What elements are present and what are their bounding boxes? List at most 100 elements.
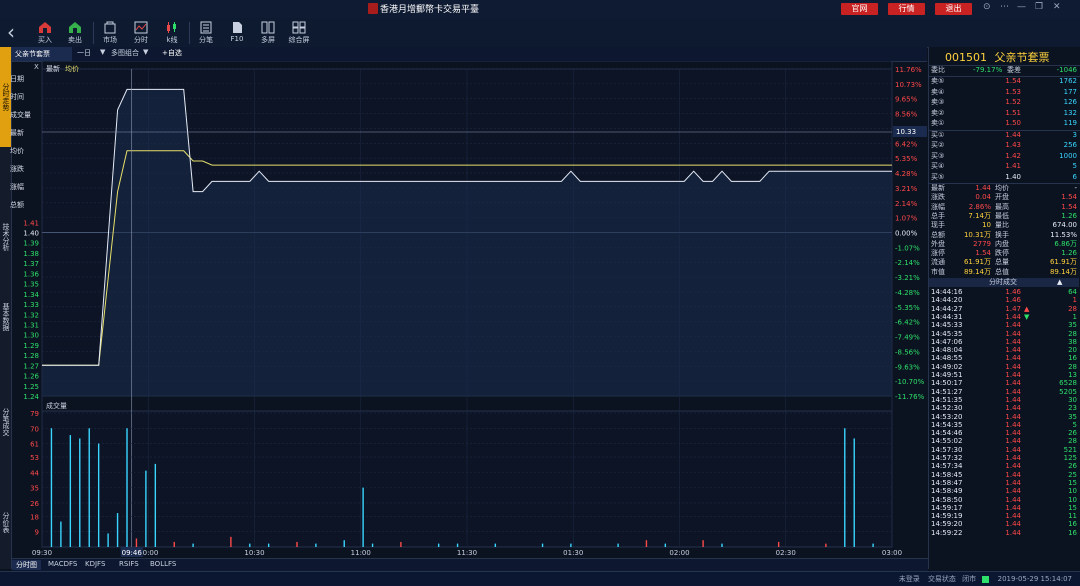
chevron-down-icon[interactable]: ▼ — [100, 48, 105, 56]
tab-timeshare[interactable]: 分时图 — [12, 560, 41, 570]
toolbar-f10-button[interactable]: F10 — [222, 18, 252, 47]
y-left-tick-label: 1.33 — [23, 301, 39, 309]
y-right-tick-label: -11.76% — [895, 393, 925, 401]
overlay-item-volume[interactable]: 成交量 — [10, 110, 31, 120]
ask-volume: 177 — [1063, 87, 1077, 96]
tab-kdjfs[interactable]: KDJFS — [81, 560, 109, 568]
toolbar-composite-button[interactable]: 综合屏 — [284, 18, 314, 47]
y-right-tick-label: 6.42% — [895, 140, 918, 148]
x-tick-label: 11:00 — [351, 549, 371, 557]
tick-time: 14:59:22 — [931, 528, 963, 537]
ask-price: 1.52 — [1005, 98, 1021, 106]
ask-row: 卖① 1.50 119 — [929, 119, 1079, 128]
tick-price: 1.44 — [1005, 528, 1021, 537]
stat-row: 最新 1.44 均价 - — [929, 184, 1079, 193]
volume-tick-label: 79 — [30, 410, 39, 418]
stat-value: 61.91万 — [963, 258, 991, 267]
overlay-item-latest[interactable]: 最新 — [10, 128, 24, 138]
timeshare-chart[interactable]: X最新均价成交量11.76%10.73%9.65%8.56%7.49%6.42%… — [12, 61, 927, 558]
rail-tab-price-table[interactable]: 分价表 — [0, 502, 11, 542]
stat-value: 2779 — [973, 239, 991, 248]
overlay-item-change[interactable]: 涨跌 — [10, 164, 24, 174]
diff-value: -1046 — [1056, 66, 1077, 74]
stat-row: 总额 10.31万 换手 11.53% — [929, 231, 1079, 240]
mode-select[interactable]: 多图组合 — [111, 48, 139, 58]
bid-volume: 256 — [1063, 141, 1077, 149]
market-button[interactable]: 行情 — [888, 3, 925, 15]
ask-price: 1.51 — [1005, 108, 1021, 117]
toolbar-ticks-button[interactable]: 分笔 — [191, 18, 221, 47]
overlay-item-avg[interactable]: 均价 — [10, 146, 24, 156]
stat-row: 总手 7.14万 最低 1.26 — [929, 212, 1079, 221]
toolbar-kline-button[interactable]: k线 — [157, 18, 187, 47]
toolbar-market-button[interactable]: 市场 — [95, 18, 125, 47]
more-icon[interactable]: ⋯ — [1000, 2, 1009, 12]
exit-button[interactable]: 退出 — [935, 3, 972, 15]
bid-label: 买② — [931, 141, 945, 149]
stat-value: 674.00 — [1052, 221, 1078, 230]
bid-row: 买④ 1.41 5 — [929, 162, 1079, 171]
back-button[interactable]: ‹ — [2, 20, 20, 46]
login-status: 未登录 — [898, 575, 920, 583]
stat-label: 涨幅 — [931, 202, 945, 211]
toolbar-sell-button[interactable]: 卖出 — [60, 18, 90, 47]
stat-label: 外盘 — [931, 239, 945, 248]
diff-label: 委差 — [1007, 66, 1021, 74]
stat-label: 换手 — [995, 230, 1009, 239]
y-left-tick-label: 1.31 — [23, 321, 39, 329]
rail-tab-ticks[interactable]: 分笔成交 — [0, 397, 11, 447]
y-right-tick-label: 1.07% — [895, 215, 918, 223]
skin-icon[interactable]: ⊙ — [983, 2, 991, 12]
stat-value: 0.04 — [975, 193, 991, 202]
official-site-button[interactable]: 官网 — [841, 3, 878, 15]
stock-name-tag[interactable]: 父亲节套票 — [12, 47, 72, 61]
stat-row: 涨幅 2.86% 最高 1.54 — [929, 203, 1079, 212]
stat-value: 1.26 — [1061, 249, 1077, 258]
stat-value: 89.14万 — [963, 267, 991, 276]
bid-price: 1.42 — [1005, 151, 1021, 160]
toolbar-timeshare-button[interactable]: 分时 — [126, 18, 156, 47]
minimize-icon[interactable]: — — [1017, 2, 1026, 12]
stat-value: 10 — [982, 221, 991, 230]
overlay-item-time[interactable]: 时间 — [10, 92, 24, 102]
y-right-tick-label: -4.28% — [895, 289, 920, 297]
x-tick-label: 03:00 — [882, 549, 902, 557]
tab-rsifs[interactable]: RSIFS — [115, 560, 143, 568]
toolbar-multiscreen-button[interactable]: 多屏 — [253, 18, 283, 47]
y-right-tick-label: -7.49% — [895, 334, 920, 342]
stat-label: 流通 — [931, 258, 945, 267]
tab-bollfs[interactable]: BOLLFS — [146, 560, 180, 568]
overlay-item-change-pct[interactable]: 涨幅 — [10, 182, 24, 192]
tab-macdfs[interactable]: MACDFS — [44, 560, 81, 568]
stat-label: 均价 — [995, 184, 1009, 192]
overlay-item-amount[interactable]: 总额 — [10, 200, 24, 210]
sell-icon — [69, 22, 81, 33]
stat-label: 现手 — [931, 221, 945, 230]
y-right-tick-label: 8.56% — [895, 111, 918, 119]
toolbar-label: 多屏 — [261, 36, 275, 44]
period-select[interactable]: 一日 — [77, 48, 91, 58]
rail-tab-basic-data[interactable]: 基本数据 — [0, 287, 11, 347]
composite-icon — [292, 21, 306, 34]
ask-row: 卖③ 1.52 126 — [929, 98, 1079, 107]
toolbar-buy-button[interactable]: 买入 — [30, 18, 60, 47]
overlay-item-date[interactable]: 日期 — [10, 74, 24, 84]
toolbar: ‹ 买入 卖出 市场 分时 k线 分笔 F10 多屏 综合屏 — [0, 18, 1080, 48]
stat-value: - — [1074, 184, 1077, 192]
volume-tick-label: 26 — [30, 500, 39, 508]
x-tick-label: 01:30 — [563, 549, 583, 557]
tick-row: 14:59:22 1.44 16 — [929, 529, 1079, 538]
y-right-tick-label: -9.63% — [895, 363, 920, 371]
scroll-up-icon[interactable]: ▲ — [1057, 278, 1062, 287]
stat-row: 市值 89.14万 总值 89.14万 — [929, 268, 1079, 277]
ask-label: 卖④ — [931, 87, 945, 96]
add-favorite-button[interactable]: +自选 — [162, 48, 182, 58]
toolbar-label: 分笔 — [199, 36, 213, 44]
ticks-icon — [200, 21, 212, 34]
close-icon[interactable]: ✕ — [1053, 2, 1061, 12]
volume-tick-label: 53 — [30, 454, 39, 462]
bottom-tabs: 分时图 MACDFS KDJFS RSIFS BOLLFS — [12, 558, 928, 572]
stat-value: 7.14万 — [968, 211, 991, 220]
maximize-icon[interactable]: ❐ — [1035, 2, 1043, 12]
chevron-down-icon[interactable]: ▼ — [143, 48, 148, 56]
